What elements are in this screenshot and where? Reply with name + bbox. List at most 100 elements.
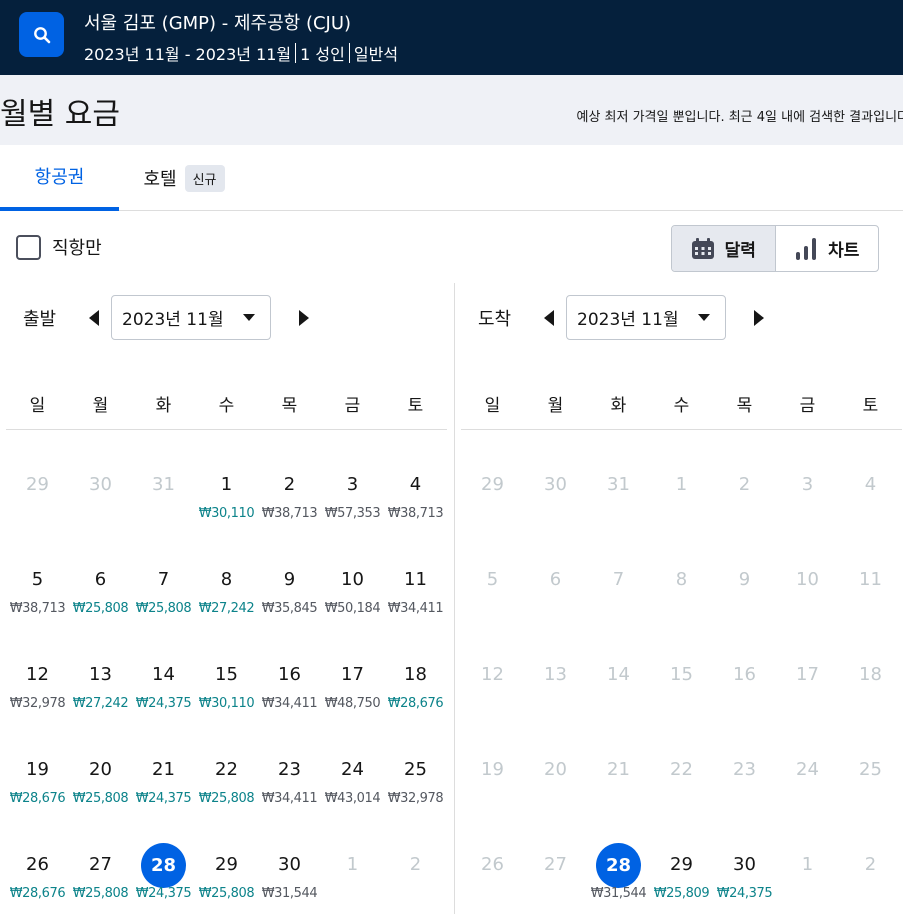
departure-prev-month-button[interactable] — [77, 295, 111, 340]
cabin-class: 일반석 — [353, 45, 399, 64]
calendar-day[interactable]: 13 ₩27,242 — [69, 621, 132, 716]
calendar-day[interactable]: 29 ₩25,809 — [650, 811, 713, 906]
day-number: 25 — [384, 753, 447, 787]
day-number-text: 31 — [607, 474, 630, 495]
return-month-select[interactable]: 2023년 11월 — [566, 295, 726, 340]
calendar-day[interactable]: 27 ₩25,808 — [69, 811, 132, 906]
calendar-day[interactable]: 29 ₩25,808 — [195, 811, 258, 906]
day-number: 24 — [776, 753, 839, 787]
calendar-day[interactable]: 6 ₩25,808 — [69, 526, 132, 621]
day-number-text: 26 — [481, 854, 504, 875]
calendar-day[interactable]: 4 ₩38,713 — [384, 431, 447, 526]
calendar-day[interactable]: 26 ₩28,676 — [6, 811, 69, 906]
day-number: 16 — [258, 658, 321, 692]
day-number-text: 7 — [157, 569, 170, 590]
calendar-day[interactable]: 15 ₩30,110 — [195, 621, 258, 716]
weekday-label: 금 — [344, 396, 361, 416]
tab-label: 항공권 — [34, 167, 85, 188]
calendar-day: 6 — [524, 526, 587, 621]
calendar-day[interactable]: 24 ₩43,014 — [321, 716, 384, 811]
day-number-text: 16 — [733, 664, 756, 685]
calendar-day: 4 — [839, 431, 902, 526]
weekday-header: 일 월 화 수 목 금 토 — [461, 385, 902, 430]
calendar-day[interactable]: 9 ₩35,845 — [258, 526, 321, 621]
day-number-text: 13 — [544, 664, 567, 685]
weekday-label: 목 — [281, 396, 298, 416]
day-number: 10 — [321, 563, 384, 597]
chart-view-button[interactable]: 차트 — [776, 226, 879, 271]
day-number-text: 2 — [409, 854, 422, 875]
departure-month-select[interactable]: 2023년 11월 — [111, 295, 271, 340]
search-summary-bar[interactable]: 서울 김포 (GMP) - 제주공항 (CJU) 2023년 11월 - 202… — [0, 0, 903, 75]
calendar-day: 20 — [524, 716, 587, 811]
return-label: 도착 — [478, 308, 512, 330]
day-number: 1 — [321, 848, 384, 882]
calendar-day[interactable]: 16 ₩34,411 — [258, 621, 321, 716]
day-number-text: 30 — [89, 474, 112, 495]
calendar-day[interactable]: 2 ₩38,713 — [258, 431, 321, 526]
return-prev-month-button[interactable] — [532, 295, 566, 340]
day-number-text: 24 — [341, 759, 364, 780]
calendar-day[interactable]: 22 ₩25,808 — [195, 716, 258, 811]
calendar-day[interactable]: 30 ₩24,375 — [713, 811, 776, 906]
day-number-text: 11 — [404, 569, 427, 590]
calendar-day[interactable]: 10 ₩50,184 — [321, 526, 384, 621]
departure-next-month-button[interactable] — [287, 295, 321, 340]
return-calendar: 일 월 화 수 목 금 토 29 30 31 1 2 3 4 5 6 7 8 9 10 11 12 13 14 1… — [461, 385, 902, 901]
search-button[interactable] — [19, 12, 64, 57]
day-number: 7 — [132, 563, 195, 597]
calendar-day[interactable]: 19 ₩28,676 — [6, 716, 69, 811]
calendar-day: 1 — [321, 811, 384, 906]
calendar-day[interactable]: 14 ₩24,375 — [132, 621, 195, 716]
day-number: 1 — [776, 848, 839, 882]
calendar-day[interactable]: 28 ₩24,375 — [132, 811, 195, 906]
return-next-month-button[interactable] — [742, 295, 776, 340]
calendar-divider — [454, 283, 455, 914]
day-number-text: 16 — [278, 664, 301, 685]
calendar-day[interactable]: 28 ₩31,544 — [587, 811, 650, 906]
calendar-day[interactable]: 20 ₩25,808 — [69, 716, 132, 811]
day-number-text: 1 — [801, 854, 814, 875]
day-number-text: 5 — [31, 569, 44, 590]
calendar-day[interactable]: 7 ₩25,808 — [132, 526, 195, 621]
day-number-text: 30 — [733, 854, 756, 875]
direct-only-checkbox[interactable] — [16, 234, 41, 260]
calendar-day[interactable]: 1 ₩30,110 — [195, 431, 258, 526]
calendar-day[interactable]: 25 ₩32,978 — [384, 716, 447, 811]
day-number: 24 — [321, 753, 384, 787]
calendar-day[interactable]: 8 ₩27,242 — [195, 526, 258, 621]
day-number: 17 — [776, 658, 839, 692]
calendar-day[interactable]: 21 ₩24,375 — [132, 716, 195, 811]
tab-hotels[interactable]: 호텔 신규 — [119, 145, 249, 211]
calendar-view-button[interactable]: 달력 — [672, 226, 776, 271]
direct-only-filter[interactable]: 직항만 — [16, 234, 102, 260]
weekday-label: 수 — [673, 396, 690, 416]
day-number-text: 6 — [94, 569, 107, 590]
calendar-day[interactable]: 12 ₩32,978 — [6, 621, 69, 716]
calendar-view-label: 달력 — [724, 241, 756, 261]
calendar-day[interactable]: 11 ₩34,411 — [384, 526, 447, 621]
weekday-label: 월 — [547, 396, 564, 416]
calendar-day[interactable]: 17 ₩48,750 — [321, 621, 384, 716]
day-price: ₩28,676 — [387, 696, 444, 711]
calendar-day[interactable]: 5 ₩38,713 — [6, 526, 69, 621]
day-number: 21 — [132, 753, 195, 787]
weekday-label: 화 — [610, 396, 627, 416]
day-number-text: 20 — [89, 759, 112, 780]
day-number: 2 — [713, 468, 776, 502]
day-number: 2 — [384, 848, 447, 882]
tab-flights[interactable]: 항공권 — [0, 145, 119, 211]
day-number-text: 4 — [864, 474, 877, 495]
calendar-day[interactable]: 3 ₩57,353 — [321, 431, 384, 526]
calendar-day: 10 — [776, 526, 839, 621]
calendar-day: 25 — [839, 716, 902, 811]
day-number-text: 29 — [26, 474, 49, 495]
calendar-day: 22 — [650, 716, 713, 811]
traveller-count: 1 성인 — [300, 45, 345, 64]
calendar-day[interactable]: 30 ₩31,544 — [258, 811, 321, 906]
calendar-day[interactable]: 18 ₩28,676 — [384, 621, 447, 716]
day-number-text: 31 — [152, 474, 175, 495]
chart-view-label: 차트 — [828, 241, 860, 261]
calendar-day[interactable]: 23 ₩34,411 — [258, 716, 321, 811]
weekday-label: 수 — [218, 396, 235, 416]
